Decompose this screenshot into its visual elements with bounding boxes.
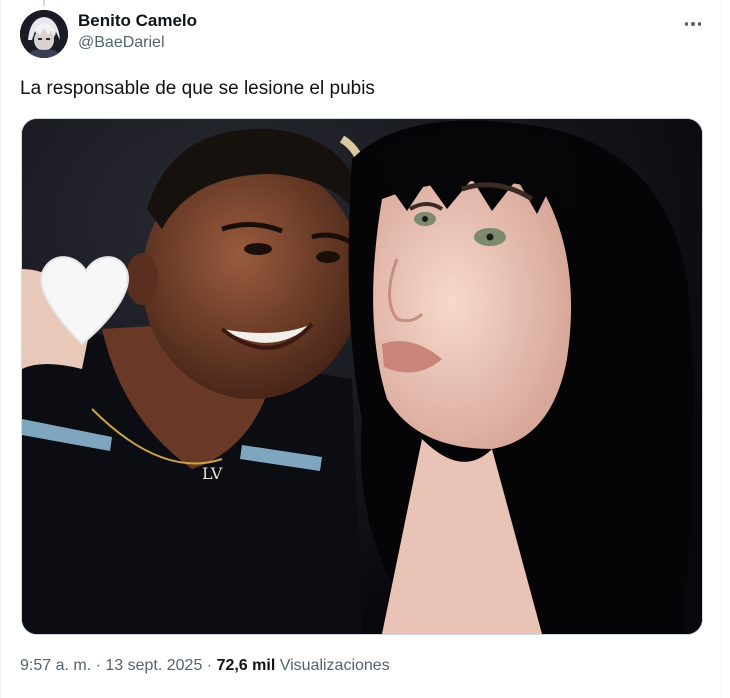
frame-border-right: [721, 0, 722, 698]
tweet-meta: 9:57 a. m. · 13 sept. 2025 · 72,6 mil Vi…: [20, 656, 390, 676]
meta-separator: ·: [202, 657, 217, 674]
tweet-time[interactable]: 9:57 a. m.: [20, 657, 91, 674]
more-options-button[interactable]: [676, 12, 710, 36]
svg-text:LV: LV: [202, 464, 223, 483]
views-count[interactable]: 72,6 mil: [217, 657, 276, 674]
frame-border-left: [0, 0, 1, 698]
tweet-date[interactable]: 13 sept. 2025: [105, 657, 202, 674]
author-display-name[interactable]: Benito Camelo: [78, 11, 197, 31]
tweet-text: La responsable de que se lesione el pubi…: [20, 78, 375, 99]
thread-connector: [43, 0, 45, 6]
author-block: Benito Camelo @BaeDariel: [78, 11, 197, 53]
author-handle[interactable]: @BaeDariel: [78, 33, 197, 53]
tweet-photo[interactable]: LV: [21, 118, 703, 635]
views-label: Visualizaciones: [275, 657, 390, 674]
anime-avatar-icon: [20, 10, 68, 58]
more-horizontal-icon: [684, 22, 702, 26]
avatar[interactable]: [20, 10, 68, 58]
photo-illustration: LV: [22, 119, 702, 634]
meta-separator: ·: [91, 657, 106, 674]
tweet-header: Benito Camelo @BaeDariel: [20, 10, 710, 60]
